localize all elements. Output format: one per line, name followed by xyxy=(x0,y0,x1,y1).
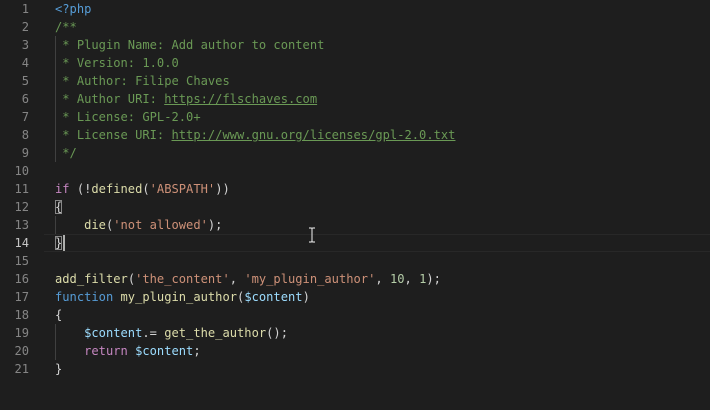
line-number: 4 xyxy=(21,56,29,70)
code-token: function xyxy=(55,290,114,304)
code-line[interactable]: * Author URI: https://flschaves.com xyxy=(55,90,317,108)
line-number: 13 xyxy=(14,218,29,232)
indent-guide xyxy=(55,216,56,234)
code-token: * Version: 1.0.0 xyxy=(55,56,179,70)
code-line[interactable]: { xyxy=(55,198,63,216)
line-number: 21 xyxy=(14,362,29,376)
text-caret xyxy=(63,235,65,251)
code-token: 10 xyxy=(389,272,405,286)
code-link[interactable]: https://flschaves.com xyxy=(164,92,317,106)
code-line[interactable]: { xyxy=(55,306,62,324)
code-token: * Author URI: xyxy=(55,92,165,106)
line-number: 15 xyxy=(14,254,29,268)
code-token: add_filter xyxy=(55,272,128,286)
indent-guide xyxy=(55,324,56,360)
code-token: * License URI: xyxy=(55,128,172,142)
line-number: 12 xyxy=(14,200,29,214)
code-line[interactable]: <?php xyxy=(55,0,91,18)
code-token: <?php xyxy=(55,2,92,16)
line-number: 14 xyxy=(14,236,29,250)
code-token: return xyxy=(84,344,128,358)
line-number: 9 xyxy=(21,146,29,160)
line-number: 6 xyxy=(21,92,29,106)
code-token: ); xyxy=(207,218,223,232)
code-token: 'the_content' xyxy=(135,272,230,286)
code-token: defined xyxy=(91,182,143,196)
line-number: 19 xyxy=(14,326,29,340)
code-token: } xyxy=(55,236,63,250)
code-token: ) xyxy=(302,290,310,304)
code-line[interactable]: if (!defined('ABSPATH')) xyxy=(55,180,230,198)
code-token: } xyxy=(55,362,63,376)
code-link[interactable]: http://www.gnu.org/licenses/gpl-2.0.txt xyxy=(172,128,456,142)
code-token: /** xyxy=(55,20,77,34)
line-number-gutter[interactable]: 1 2 3 4 5 6 7 8 9 10 11 12 13 14 15 16 17 18 19 20 21 xyxy=(0,0,44,410)
code-token: { xyxy=(55,200,63,214)
code-token: get_the_author xyxy=(164,326,267,340)
code-line[interactable]: */ xyxy=(55,144,77,162)
code-token: , xyxy=(404,272,420,286)
code-token: .= xyxy=(142,326,165,340)
line-number: 8 xyxy=(21,128,29,142)
code-line[interactable]: * Plugin Name: Add author to content xyxy=(55,36,324,54)
code-line[interactable]: * Version: 1.0.0 xyxy=(55,54,179,72)
code-line[interactable]: return $content; xyxy=(55,342,201,360)
code-token: ( xyxy=(127,272,136,286)
code-token: ; xyxy=(193,344,201,358)
code-token: { xyxy=(55,308,63,322)
line-number: 2 xyxy=(21,20,29,34)
code-token: */ xyxy=(55,146,77,160)
code-token: if xyxy=(55,182,70,196)
code-token: ( xyxy=(142,182,150,196)
code-line[interactable]: } xyxy=(55,360,62,378)
code-line[interactable]: } xyxy=(55,234,63,252)
code-token: (! xyxy=(69,182,92,196)
code-line[interactable]: die('not allowed'); xyxy=(55,216,222,234)
line-number: 1 xyxy=(21,2,29,16)
code-token: * License: GPL-2.0+ xyxy=(55,110,201,124)
code-token: , xyxy=(375,272,390,286)
code-token: $content xyxy=(135,344,194,358)
line-number: 3 xyxy=(21,38,29,52)
line-number: 10 xyxy=(14,164,29,178)
code-line[interactable]: function my_plugin_author($content) xyxy=(55,288,310,306)
code-token: 'ABSPATH' xyxy=(149,182,216,196)
line-number: 5 xyxy=(21,74,29,88)
line-number: 7 xyxy=(21,110,29,124)
line-number: 16 xyxy=(14,272,29,286)
code-token: die xyxy=(84,218,106,232)
code-token: $content xyxy=(84,326,143,340)
code-token: * Author: Filipe Chaves xyxy=(55,74,230,88)
indent-guide xyxy=(55,36,56,162)
code-area[interactable]: <?php /** * Plugin Name: Add author to co… xyxy=(55,0,705,410)
code-token: , xyxy=(229,272,245,286)
code-token: 'not allowed' xyxy=(113,218,208,232)
code-token: $content xyxy=(244,290,303,304)
code-token: 'my_plugin_author' xyxy=(244,272,376,286)
line-number: 18 xyxy=(14,308,29,322)
code-line[interactable]: * Author: Filipe Chaves xyxy=(55,72,230,90)
code-line[interactable]: /** xyxy=(55,18,77,36)
code-token: * Plugin Name: Add author to content xyxy=(55,38,325,52)
code-line[interactable]: * License URI: http://www.gnu.org/licens… xyxy=(55,126,455,144)
line-number: 20 xyxy=(14,344,29,358)
code-token: (); xyxy=(266,326,288,340)
code-line[interactable]: * License: GPL-2.0+ xyxy=(55,108,201,126)
code-line[interactable]: $content.= get_the_author(); xyxy=(55,324,288,342)
code-editor[interactable]: 1 2 3 4 5 6 7 8 9 10 11 12 13 14 15 16 17 18 19 20 21 <?php /… xyxy=(0,0,710,410)
text-ibeam-icon xyxy=(307,227,317,243)
line-number: 11 xyxy=(14,182,29,196)
code-token: ); xyxy=(426,272,441,286)
line-number: 17 xyxy=(14,290,29,304)
code-line[interactable]: add_filter('the_content', 'my_plugin_aut… xyxy=(55,270,441,288)
code-token: )) xyxy=(215,182,230,196)
code-token: my_plugin_author xyxy=(120,290,238,304)
